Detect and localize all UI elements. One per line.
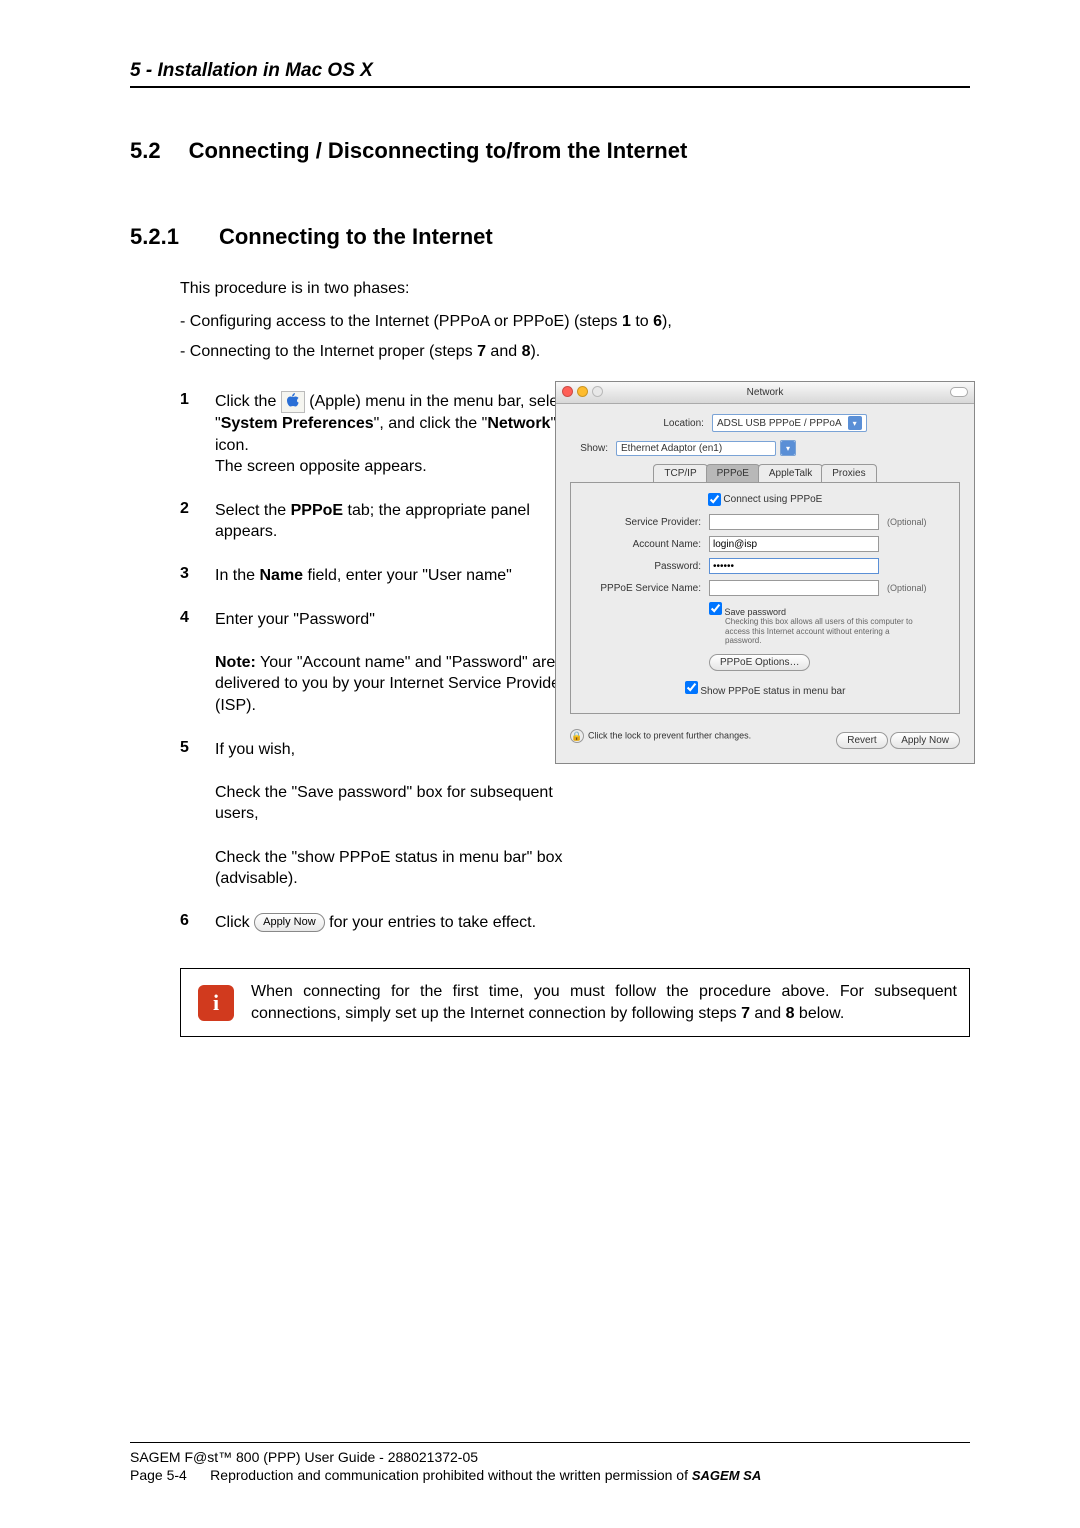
service-provider-label: Service Provider:: [581, 517, 701, 528]
chevron-updown-icon: ▾: [848, 416, 862, 430]
step-2: 2 Select the PPPoE tab; the appropriate …: [180, 500, 580, 543]
info-icon-wrap: i: [181, 969, 251, 1036]
location-select[interactable]: ADSL USB PPPoE / PPPoA▾: [712, 414, 867, 432]
close-icon[interactable]: [562, 386, 573, 397]
steps-container: Network Location: ADSL USB PPPoE / PPPoA…: [180, 391, 970, 1037]
step-6: 6 Click Apply Now for your entries to ta…: [180, 912, 580, 934]
pane-body: Location: ADSL USB PPPoE / PPPoA▾ Show: …: [556, 404, 974, 763]
show-status-label: Show PPPoE status in menu bar: [700, 686, 845, 697]
intro-text: This procedure is in two phases:: [180, 280, 970, 298]
save-password-label: Save password: [725, 607, 787, 617]
save-password-hint: Checking this box allows all users of th…: [725, 617, 925, 646]
pppoe-service-name-input[interactable]: [709, 580, 879, 596]
zoom-icon[interactable]: [592, 386, 603, 397]
revert-button[interactable]: Revert: [836, 732, 887, 749]
info-note-box: i When connecting for the first time, yo…: [180, 968, 970, 1037]
optional-label: (Optional): [887, 517, 927, 527]
connect-using-pppoe-label: Connect using PPPoE: [723, 494, 822, 505]
header-rule: [130, 86, 970, 88]
optional-label-2: (Optional): [887, 583, 927, 593]
section-heading: 5.2 Connecting / Disconnecting to/from th…: [130, 138, 970, 164]
step-1: 1 Click the (Apple) menu in the menu bar…: [180, 391, 580, 478]
traffic-lights: [562, 386, 603, 397]
step-number: 3: [180, 565, 215, 587]
step-number: 4: [180, 609, 215, 717]
step-5: 5 If you wish, Check the "Save password"…: [180, 739, 580, 890]
tabs: TCP/IP PPPoE AppleTalk Proxies: [570, 464, 960, 482]
save-password-checkbox[interactable]: [709, 602, 722, 615]
apply-now-button[interactable]: Apply Now: [890, 732, 960, 749]
lock-icon[interactable]: 🔒: [570, 729, 584, 743]
show-status-checkbox[interactable]: [685, 681, 698, 694]
step-number: 2: [180, 500, 215, 543]
page-footer: SAGEM F@st™ 800 (PPP) User Guide - 28802…: [130, 1442, 970, 1483]
step-number: 5: [180, 739, 215, 890]
footer-line-1: SAGEM F@st™ 800 (PPP) User Guide - 28802…: [130, 1449, 970, 1465]
minimize-icon[interactable]: [577, 386, 588, 397]
pppoe-options-button[interactable]: PPPoE Options…: [709, 654, 810, 671]
service-provider-input[interactable]: [709, 514, 879, 530]
tab-proxies[interactable]: Proxies: [821, 464, 876, 482]
lock-row: 🔒 Click the lock to prevent further chang…: [570, 729, 751, 743]
window-title: Network: [747, 387, 784, 398]
step-number: 6: [180, 912, 215, 934]
connect-using-pppoe-checkbox[interactable]: [708, 493, 721, 506]
info-note-text: When connecting for the first time, you …: [251, 969, 969, 1036]
footer-line-2: Page 5-4 Reproduction and communication …: [130, 1467, 970, 1483]
lock-text: Click the lock to prevent further change…: [588, 731, 751, 741]
chevron-updown-icon: ▾: [781, 441, 795, 455]
subsection-heading: 5.2.1 Connecting to the Internet: [130, 224, 970, 250]
apply-now-inline-button: Apply Now: [254, 913, 325, 932]
pppoe-service-name-label: PPPoE Service Name:: [581, 583, 701, 594]
step-4: 4 Enter your "Password" Note: Your "Acco…: [180, 609, 580, 717]
info-icon: i: [198, 985, 234, 1021]
tab-pppoe[interactable]: PPPoE: [706, 464, 760, 482]
step-body: Enter your "Password" Note: Your "Accoun…: [215, 609, 580, 717]
section-number: 5.2: [130, 138, 161, 164]
step-body: Click the (Apple) menu in the menu bar, …: [215, 391, 580, 478]
step-body: In the Name field, enter your "User name…: [215, 565, 512, 587]
chapter-title: 5 - Installation in Mac OS X: [130, 60, 970, 82]
account-name-input[interactable]: [709, 536, 879, 552]
apple-menu-icon: [281, 391, 305, 413]
phase-1: - Configuring access to the Internet (PP…: [180, 313, 970, 331]
tab-tcpip[interactable]: TCP/IP: [653, 464, 707, 482]
show-label: Show:: [570, 443, 608, 454]
tab-appletalk[interactable]: AppleTalk: [758, 464, 823, 482]
step-number: 1: [180, 391, 215, 478]
toolbar-toggle-icon[interactable]: [950, 387, 968, 397]
account-name-label: Account Name:: [581, 539, 701, 550]
step-body: If you wish, Check the "Save password" b…: [215, 739, 580, 890]
password-input[interactable]: [709, 558, 879, 574]
section-title: Connecting / Disconnecting to/from the I…: [189, 138, 688, 163]
password-label: Password:: [581, 561, 701, 572]
window-titlebar: Network: [556, 382, 974, 404]
network-preferences-window: Network Location: ADSL USB PPPoE / PPPoA…: [555, 381, 975, 764]
page-number: Page 5-4: [130, 1467, 187, 1483]
brand-name: SAGEM SA: [692, 1468, 761, 1483]
location-label: Location:: [663, 418, 704, 429]
step-3: 3 In the Name field, enter your "User na…: [180, 565, 580, 587]
subsection-title: Connecting to the Internet: [219, 224, 493, 249]
show-select-arrow[interactable]: ▾: [780, 440, 796, 456]
phase-2: - Connecting to the Internet proper (ste…: [180, 343, 970, 361]
step-body: Select the PPPoE tab; the appropriate pa…: [215, 500, 580, 543]
tab-panel: Connect using PPPoE Service Provider: (Op…: [570, 482, 960, 714]
step-body: Click Apply Now for your entries to take…: [215, 912, 536, 934]
show-select[interactable]: Ethernet Adaptor (en1): [616, 441, 776, 456]
subsection-number: 5.2.1: [130, 224, 179, 250]
